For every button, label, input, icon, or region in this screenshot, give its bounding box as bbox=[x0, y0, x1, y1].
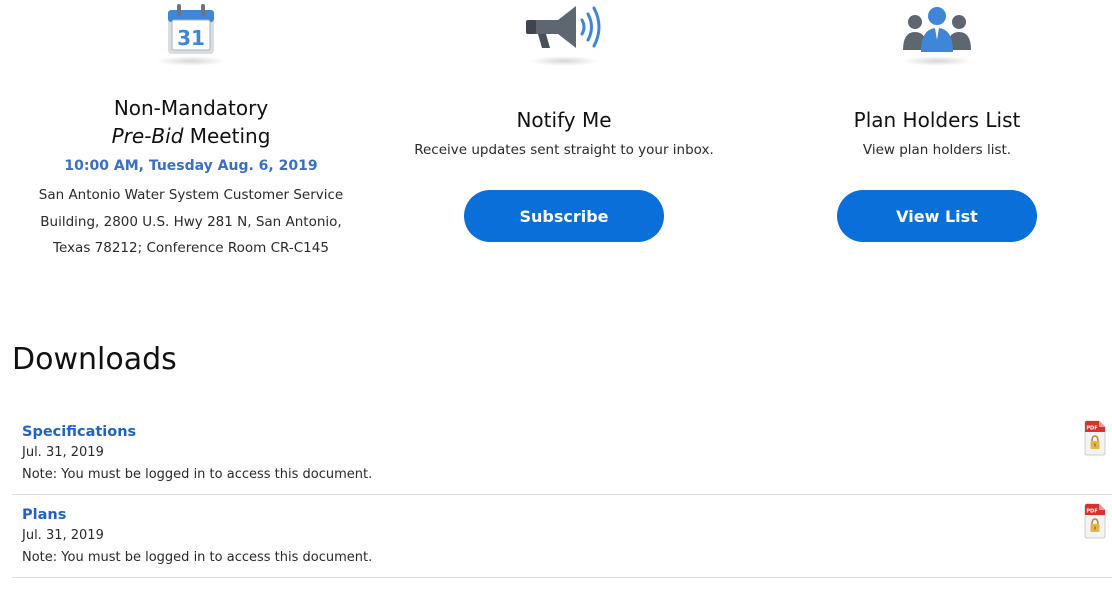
plan-holders-card: Plan Holders List View plan holders list… bbox=[800, 0, 1074, 242]
people-icon-shadow bbox=[902, 56, 972, 66]
document-note: Note: You must be logged in to access th… bbox=[22, 467, 373, 482]
people-icon bbox=[903, 7, 971, 52]
view-list-button[interactable]: View List bbox=[837, 190, 1037, 242]
pdf-badge-text: PDF bbox=[1086, 426, 1097, 432]
calendar-icon: 31 bbox=[168, 4, 214, 54]
locked-pdf-icon[interactable]: PDF bbox=[1084, 503, 1106, 539]
meeting-address-line: Building, 2800 U.S. Hwy 281 N, San Anton… bbox=[40, 213, 342, 230]
meeting-address: San Antonio Water System Customer Servic… bbox=[20, 182, 362, 262]
document-link-plans[interactable]: Plans bbox=[22, 505, 1112, 525]
meeting-address-line: Texas 78212; Conference Room CR-C145 bbox=[53, 240, 329, 256]
download-item: Plans Jul. 31, 2019 Note: You must be lo… bbox=[12, 495, 1112, 578]
downloads-list: Specifications Jul. 31, 2019 Note: You m… bbox=[12, 412, 1112, 578]
meeting-title-line2: Pre-Bid Meeting bbox=[20, 122, 362, 150]
subscribe-button[interactable]: Subscribe bbox=[464, 190, 664, 242]
calendar-icon-wrap: 31 bbox=[20, 0, 362, 70]
plan-holders-title: Plan Holders List bbox=[853, 108, 1021, 132]
megaphone-icon-wrap bbox=[392, 0, 736, 70]
locked-pdf-icon[interactable]: PDF bbox=[1084, 420, 1106, 456]
meeting-address-line: San Antonio Water System Customer Servic… bbox=[38, 187, 344, 203]
meeting-card: 31 Non-Mandatory Pre-Bid Meeting 10:00 A… bbox=[20, 0, 362, 262]
meeting-title-italic: Pre-Bid bbox=[111, 124, 184, 148]
meeting-title-rest: Meeting bbox=[183, 124, 271, 148]
notify-title: Notify Me bbox=[516, 108, 612, 132]
info-cards-row: 31 Non-Mandatory Pre-Bid Meeting 10:00 A… bbox=[0, 0, 1112, 300]
notify-description: Receive updates sent straight to your in… bbox=[414, 142, 714, 158]
downloads-heading: Downloads bbox=[12, 342, 177, 377]
document-note: Note: You must be logged in to access th… bbox=[22, 550, 373, 565]
calendar-icon-shadow bbox=[156, 56, 226, 66]
meeting-time: 10:00 AM, Tuesday Aug. 6, 2019 bbox=[64, 158, 318, 174]
people-icon-wrap bbox=[800, 0, 1074, 70]
notify-card: Notify Me Receive updates sent straight … bbox=[392, 0, 736, 242]
megaphone-icon-shadow bbox=[529, 56, 599, 66]
document-link-specifications[interactable]: Specifications bbox=[22, 422, 1112, 442]
meeting-title-line1: Non-Mandatory bbox=[113, 96, 269, 120]
megaphone-icon bbox=[526, 6, 601, 48]
download-item: Specifications Jul. 31, 2019 Note: You m… bbox=[12, 412, 1112, 495]
pdf-badge-text: PDF bbox=[1086, 509, 1097, 515]
document-date: Jul. 31, 2019 bbox=[22, 445, 104, 460]
calendar-day-text: 31 bbox=[177, 26, 205, 50]
plan-holders-description: View plan holders list. bbox=[862, 142, 1012, 158]
document-date: Jul. 31, 2019 bbox=[22, 528, 104, 543]
